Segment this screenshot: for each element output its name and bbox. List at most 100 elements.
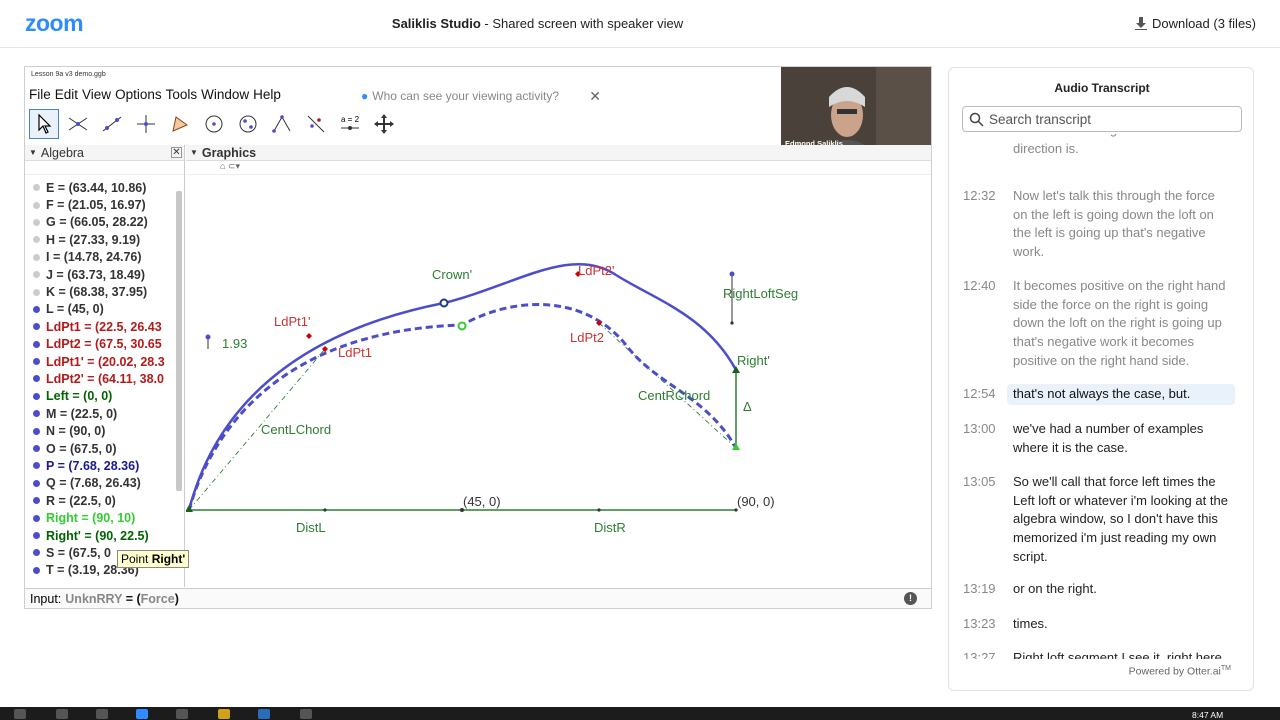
- menu-options[interactable]: Options: [115, 87, 162, 102]
- algebra-item[interactable]: LdPt2' = (64.11, 38.0: [25, 370, 175, 387]
- perpendicular-tool-button[interactable]: [131, 109, 161, 139]
- segment-timestamp[interactable]: 12:54: [949, 384, 1007, 405]
- visibility-toggle-icon[interactable]: [33, 566, 40, 574]
- visibility-toggle-icon[interactable]: [33, 184, 40, 192]
- algebra-item[interactable]: F = (21.05, 16.97): [25, 196, 175, 213]
- app-icon[interactable]: [300, 709, 312, 719]
- algebra-item[interactable]: K = (68.38, 37.95): [25, 283, 175, 300]
- search-icon[interactable]: [56, 709, 68, 719]
- algebra-item[interactable]: Q = (7.68, 26.43): [25, 475, 175, 492]
- algebra-item[interactable]: J = (63.73, 18.49): [25, 266, 175, 283]
- segment-timestamp[interactable]: 13:27: [949, 648, 1007, 659]
- algebra-item[interactable]: I = (14.78, 24.76): [25, 249, 175, 266]
- transcript-segment[interactable]: 12:24 reaction on the right in the vertic…: [949, 134, 1253, 159]
- algebra-item[interactable]: LdPt1 = (22.5, 26.43: [25, 318, 175, 335]
- app-icon[interactable]: [176, 709, 188, 719]
- algebra-item[interactable]: H = (27.33, 9.19): [25, 231, 175, 248]
- segment-timestamp[interactable]: 12:24: [949, 134, 1007, 159]
- input-field[interactable]: UnknRRY = (Force): [65, 592, 179, 606]
- visibility-toggle-icon[interactable]: [33, 375, 40, 383]
- app-icon[interactable]: [136, 709, 148, 719]
- segment-timestamp[interactable]: 12:32: [949, 186, 1007, 263]
- close-algebra-icon[interactable]: ✕: [171, 147, 182, 158]
- visibility-toggle-icon[interactable]: [33, 410, 40, 418]
- visibility-toggle-icon[interactable]: [33, 305, 40, 313]
- circle-tool-button[interactable]: [199, 109, 229, 139]
- visibility-toggle-icon[interactable]: [33, 288, 40, 296]
- algebra-item[interactable]: P = (7.68, 28.36): [25, 457, 175, 474]
- visibility-toggle-icon[interactable]: [33, 479, 40, 487]
- algebra-scrollbar[interactable]: [176, 179, 182, 579]
- reflect-tool-button[interactable]: [301, 109, 331, 139]
- download-button[interactable]: Download (3 files): [1134, 16, 1256, 31]
- transcript-segment[interactable]: 12:32 Now let's talk this through the for…: [949, 186, 1253, 263]
- line-tool-button[interactable]: [97, 109, 127, 139]
- visibility-toggle-icon[interactable]: [33, 201, 40, 209]
- viewing-activity-notice[interactable]: ● Who can see your viewing activity? ✕: [361, 86, 601, 106]
- visibility-toggle-icon[interactable]: [33, 445, 40, 453]
- transcript-segment[interactable]: 12:54 that's not always the case, but.: [949, 384, 1253, 405]
- transcript-search-input[interactable]: Search transcript: [962, 106, 1242, 132]
- polygon-tool-button[interactable]: [165, 109, 195, 139]
- move-tool-button[interactable]: [29, 109, 59, 139]
- algebra-item[interactable]: E = (63.44, 10.86): [25, 179, 175, 196]
- algebra-item[interactable]: O = (67.5, 0): [25, 440, 175, 457]
- algebra-item[interactable]: L = (45, 0): [25, 301, 175, 318]
- angle-tool-button[interactable]: [267, 109, 297, 139]
- segment-timestamp[interactable]: 13:00: [949, 419, 1007, 458]
- visibility-toggle-icon[interactable]: [33, 392, 40, 400]
- visibility-toggle-icon[interactable]: [33, 514, 40, 522]
- help-icon[interactable]: !: [904, 592, 917, 605]
- visibility-toggle-icon[interactable]: [33, 218, 40, 226]
- start-icon[interactable]: [14, 709, 26, 719]
- slider-tool-button[interactable]: a = 2: [335, 109, 365, 139]
- construction-canvas[interactable]: Crown' LdPt2' LdPt1' LdPt1 LdPt2 RightLo…: [186, 145, 931, 587]
- visibility-toggle-icon[interactable]: [33, 497, 40, 505]
- visibility-toggle-icon[interactable]: [33, 323, 40, 331]
- algebra-item[interactable]: Left = (0, 0): [25, 388, 175, 405]
- visibility-toggle-icon[interactable]: [33, 271, 40, 279]
- segment-timestamp[interactable]: 13:23: [949, 614, 1007, 635]
- visibility-toggle-icon[interactable]: [33, 358, 40, 366]
- menu-tools[interactable]: Tools: [166, 87, 198, 102]
- menu-window[interactable]: Window: [201, 87, 249, 102]
- collapse-icon[interactable]: ▼: [29, 148, 37, 157]
- menu-file[interactable]: File: [29, 87, 51, 102]
- algebra-item[interactable]: M = (22.5, 0): [25, 405, 175, 422]
- algebra-item[interactable]: G = (66.05, 28.22): [25, 214, 175, 231]
- transcript-segment[interactable]: 13:23 times.: [949, 614, 1253, 635]
- transcript-segment[interactable]: 13:00 we've had a number of examples wher…: [949, 419, 1253, 458]
- visibility-toggle-icon[interactable]: [33, 427, 40, 435]
- transcript-segment[interactable]: 13:19 or on the right.: [949, 579, 1253, 600]
- input-bar[interactable]: Input: UnknRRY = (Force) !: [25, 588, 931, 608]
- segment-timestamp[interactable]: 13:19: [949, 579, 1007, 600]
- menu-edit[interactable]: Edit: [55, 87, 78, 102]
- visibility-toggle-icon[interactable]: [33, 532, 40, 539]
- task-view-icon[interactable]: [96, 709, 108, 719]
- menu-help[interactable]: Help: [253, 87, 281, 102]
- visibility-toggle-icon[interactable]: [33, 236, 40, 244]
- menu-view[interactable]: View: [82, 87, 111, 102]
- algebra-item[interactable]: Right = (90, 10): [25, 509, 175, 526]
- algebra-item[interactable]: LdPt1' = (20.02, 28.3: [25, 353, 175, 370]
- transcript-segment[interactable]: 12:40 It becomes positive on the right ha…: [949, 276, 1253, 372]
- segment-timestamp[interactable]: 12:40: [949, 276, 1007, 372]
- algebra-item[interactable]: Right' = (90, 22.5): [25, 527, 175, 544]
- algebra-item[interactable]: LdPt2 = (67.5, 30.65: [25, 336, 175, 353]
- algebra-item[interactable]: R = (22.5, 0): [25, 492, 175, 509]
- visibility-toggle-icon[interactable]: [33, 253, 40, 261]
- folder-icon[interactable]: [218, 709, 230, 719]
- move-view-tool-button[interactable]: [369, 109, 399, 139]
- visibility-toggle-icon[interactable]: [33, 462, 40, 470]
- transcript-segment[interactable]: 13:05 So we'll call that force left times…: [949, 472, 1253, 568]
- algebra-item[interactable]: N = (90, 0): [25, 422, 175, 439]
- visibility-toggle-icon[interactable]: [33, 549, 40, 557]
- point-tool-button[interactable]: [63, 109, 93, 139]
- scroll-thumb[interactable]: [176, 191, 182, 491]
- app-icon[interactable]: [258, 709, 270, 719]
- conic-tool-button[interactable]: [233, 109, 263, 139]
- segment-timestamp[interactable]: 13:05: [949, 472, 1007, 568]
- visibility-toggle-icon[interactable]: [33, 340, 40, 348]
- close-icon[interactable]: ✕: [589, 88, 601, 105]
- transcript-segment[interactable]: 13:27 Right loft segment I see it, right …: [949, 648, 1253, 659]
